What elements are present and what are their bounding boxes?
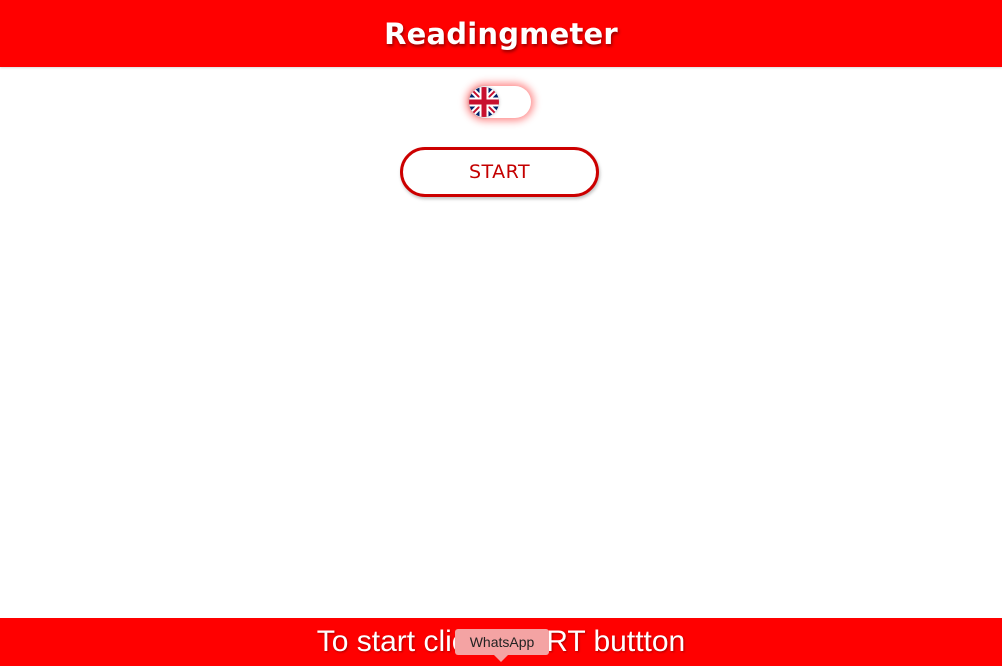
page: Readingmeter START To start click START … [0, 0, 1002, 666]
tooltip-arrow [494, 655, 508, 662]
language-toggle[interactable] [469, 86, 531, 118]
app-title: Readingmeter [384, 16, 618, 51]
header-bar: Readingmeter [0, 0, 1002, 67]
start-button[interactable]: START [400, 147, 599, 197]
whatsapp-tooltip: WhatsApp [455, 629, 549, 655]
uk-flag-icon [469, 87, 499, 117]
